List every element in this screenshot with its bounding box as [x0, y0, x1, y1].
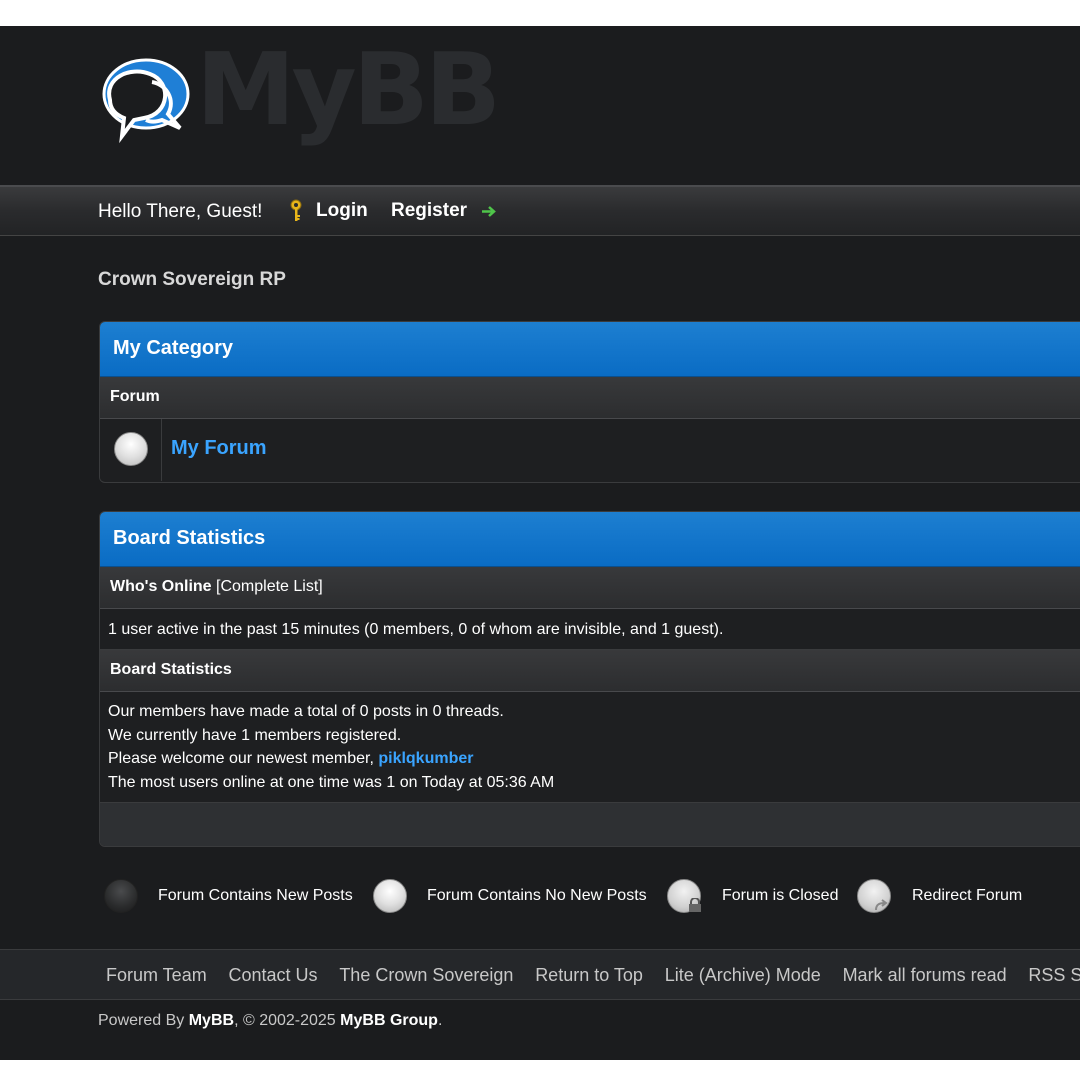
login-link[interactable]: Login [316, 200, 368, 222]
footer-link-forum-team[interactable]: Forum Team [106, 965, 207, 986]
board-statistics-table: Board Statistics Who's Online [Complete … [99, 511, 1080, 847]
footer-links-list: Forum Team Contact Us The Crown Sovereig… [106, 965, 1080, 986]
stats-row: Our members have made a total of 0 posts… [100, 692, 1080, 802]
legend-closed: Forum is Closed [722, 887, 839, 904]
category-header[interactable]: My Category [100, 322, 1080, 377]
stats-newest-line: Please welcome our newest member, piklqk… [108, 747, 554, 771]
copyright-suffix: . [437, 1012, 443, 1029]
forum-column-header: Forum [100, 377, 1080, 419]
redirect-arrow-icon [875, 899, 888, 911]
footer-link-crown-sovereign[interactable]: The Crown Sovereign [339, 965, 513, 986]
mybb-logo-text[interactable]: MyBB [196, 40, 501, 140]
category-title[interactable]: My Category [113, 337, 233, 360]
online-users-text: 1 user active in the past 15 minutes (0 … [108, 621, 724, 638]
mybb-group-link[interactable]: MyBB Group [340, 1012, 438, 1029]
legend-redirect: Redirect Forum [912, 887, 1023, 904]
forum-no-new-posts-icon[interactable] [114, 432, 148, 466]
footer-link-lite-mode[interactable]: Lite (Archive) Mode [665, 965, 821, 986]
stats-text: Our members have made a total of 0 posts… [108, 700, 554, 794]
newest-member-link[interactable]: piklqkumber [378, 750, 473, 767]
stats-subheader: Board Statistics [100, 650, 1080, 692]
footer-link-return-to-top[interactable]: Return to Top [535, 965, 643, 986]
whos-online-header: Who's Online [Complete List] [100, 567, 1080, 609]
board-statistics-title[interactable]: Board Statistics [113, 527, 265, 550]
stats-members-line: We currently have 1 members registered. [108, 726, 402, 744]
breadcrumb[interactable]: Crown Sovereign RP [98, 269, 286, 291]
header: MyBB [0, 26, 1080, 185]
stats-posts-line: Our members have made a total of 0 posts… [108, 703, 504, 720]
stats-footer [100, 802, 1080, 846]
footer-link-mark-read[interactable]: Mark all forums read [843, 965, 1007, 986]
key-icon [290, 199, 302, 221]
online-users-row: 1 user active in the past 15 minutes (0 … [100, 609, 1080, 650]
register-arrow-icon [482, 206, 496, 217]
top-bar: Hello There, Guest! Login Register [0, 185, 1080, 236]
legend-new-posts: Forum Contains New Posts [158, 887, 353, 904]
register-link[interactable]: Register [391, 200, 467, 222]
forum-column-label: Forum [110, 388, 160, 405]
copyright-years: , © 2002-2025 [234, 1012, 341, 1029]
guest-greeting: Hello There, Guest! [98, 201, 263, 222]
whos-online-label[interactable]: Who's Online [110, 578, 212, 595]
footer-link-rss[interactable]: RSS Syndication [1028, 965, 1080, 986]
newest-member-prefix: Please welcome our newest member, [108, 750, 379, 767]
lock-icon [689, 898, 701, 912]
copyright: Powered By MyBB, © 2002-2025 MyBB Group. [98, 1012, 442, 1030]
mybb-link[interactable]: MyBB [189, 1012, 234, 1029]
stats-record-line: The most users online at one time was 1 … [108, 773, 555, 791]
mybb-logo-icon[interactable] [96, 56, 190, 144]
footer-links-bar: Forum Team Contact Us The Crown Sovereig… [0, 949, 1080, 1000]
no-new-posts-icon [373, 879, 407, 913]
category-table: My Category Forum My Forum [99, 321, 1080, 483]
complete-list-link[interactable]: [Complete List] [216, 578, 323, 595]
new-posts-icon [104, 879, 138, 913]
legend-no-new-posts: Forum Contains No New Posts [427, 887, 647, 904]
board-statistics-header[interactable]: Board Statistics [100, 512, 1080, 567]
stats-subheader-label: Board Statistics [110, 661, 232, 678]
forum-row: My Forum [100, 419, 1080, 481]
forum-status-cell [100, 419, 162, 481]
footer-link-contact-us[interactable]: Contact Us [228, 965, 317, 986]
page: MyBB Hello There, Guest! Login Register … [0, 26, 1080, 1060]
powered-by-text: Powered By [98, 1012, 189, 1029]
forum-link-my-forum[interactable]: My Forum [171, 437, 267, 460]
forum-legend: Forum Contains New Posts Forum Contains … [0, 876, 1080, 920]
